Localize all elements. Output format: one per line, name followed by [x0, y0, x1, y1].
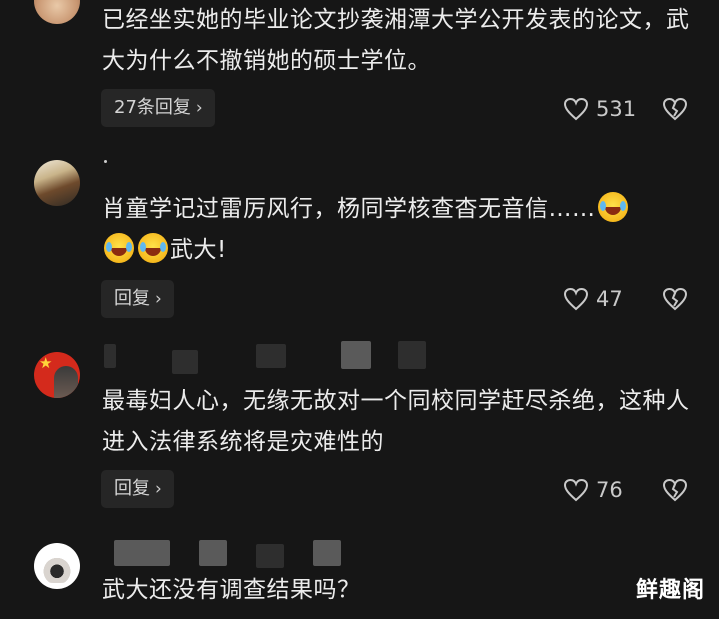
dog-photo — [40, 557, 74, 583]
broken-heart-icon[interactable] — [662, 477, 688, 503]
username-placeholder[interactable] — [104, 160, 107, 163]
username-placeholder[interactable] — [114, 540, 170, 566]
commenter-avatar[interactable] — [34, 543, 80, 589]
username-placeholder — [341, 341, 371, 369]
profile-figure — [54, 366, 78, 398]
chevron-right-icon: › — [155, 289, 162, 309]
view-replies-button[interactable]: 27条回复 › — [101, 89, 215, 127]
chevron-right-icon: › — [155, 479, 162, 499]
comment-text: 最毒妇人心，无缘无故对一个同校同学赶尽杀绝，这种人进入法律系统将是灾难性的 — [102, 388, 690, 455]
heart-outline-icon — [563, 97, 589, 121]
like-button[interactable]: 531 — [563, 94, 636, 124]
comment-text: 武大还没有调查结果吗？ — [102, 577, 361, 603]
chevron-right-icon: › — [195, 98, 203, 118]
username-placeholder — [256, 344, 286, 368]
reply-label: 27条回复 — [114, 97, 191, 118]
heart-outline-icon — [563, 287, 589, 311]
reply-button[interactable]: 回复 › — [101, 280, 174, 318]
comment-text: 肖童学记过雷厉风行，杨同学核查杳无音信…… 武大! — [102, 189, 697, 271]
star-icon: ★ — [39, 354, 53, 372]
like-button[interactable]: 76 — [563, 475, 623, 505]
broken-heart-icon[interactable] — [662, 96, 688, 122]
username-placeholder — [256, 544, 284, 568]
username-placeholder — [172, 350, 198, 374]
tears-of-joy-emoji — [104, 233, 134, 263]
comment-text: 已经坐实她的毕业论文抄袭湘潭大学公开发表的论文，武大为什么不撤销她的硕士学位。 — [102, 7, 690, 74]
heart-outline-icon — [563, 478, 589, 502]
tears-of-joy-emoji — [597, 192, 628, 222]
commenter-avatar[interactable] — [34, 160, 80, 206]
reply-label: 回复 — [114, 288, 150, 309]
like-count: 76 — [596, 478, 623, 502]
commenter-avatar[interactable] — [34, 0, 80, 24]
comment-body: 肖童学记过雷厉风行，杨同学核查杳无音信…… — [102, 196, 596, 222]
like-button[interactable]: 47 — [563, 284, 623, 314]
reply-button[interactable]: 回复 › — [101, 470, 174, 508]
like-count: 47 — [596, 287, 623, 311]
tears-of-joy-emoji — [138, 233, 168, 263]
username-placeholder — [313, 540, 341, 566]
username-placeholder — [398, 341, 426, 369]
like-count: 531 — [596, 97, 637, 121]
username-placeholder — [199, 540, 227, 566]
username-placeholder[interactable] — [104, 344, 116, 368]
comment-body-end: 武大! — [170, 237, 227, 263]
broken-heart-icon[interactable] — [662, 286, 688, 312]
watermark: 鲜趣阁 — [635, 578, 705, 603]
reply-label: 回复 — [114, 478, 150, 499]
commenter-avatar[interactable]: ★ — [34, 352, 80, 398]
